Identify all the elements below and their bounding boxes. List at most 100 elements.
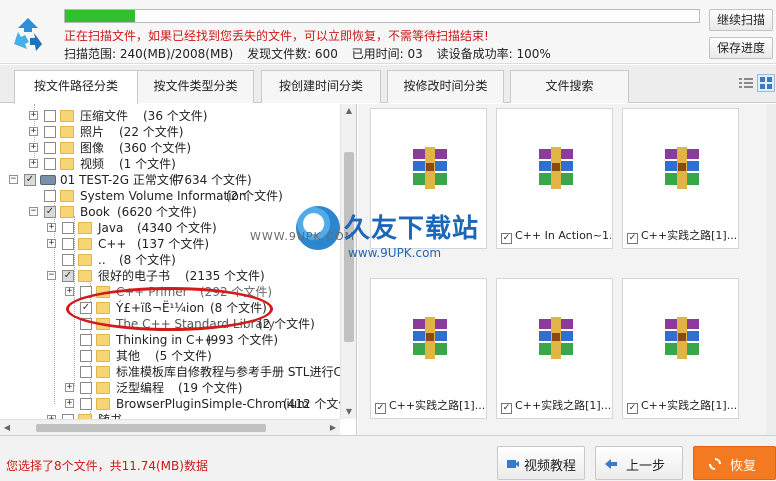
row-checkbox[interactable] bbox=[80, 334, 92, 346]
rar-archive-icon bbox=[665, 317, 699, 359]
tab-file-search[interactable]: 文件搜索 bbox=[510, 70, 629, 103]
scan-stats: 扫描范围: 240(MB)/2008(MB) 发现文件数: 600 已用时间: … bbox=[64, 45, 561, 62]
tree-label: 照片 bbox=[80, 125, 105, 139]
file-tile[interactable]: ✓ C++实践之路[1]... bbox=[496, 278, 613, 419]
scroll-up-icon[interactable]: ▲ bbox=[341, 104, 357, 118]
tree-row[interactable]: − ✓ 很好的电子书 (2135 个文件) bbox=[0, 268, 340, 284]
expand-icon[interactable]: + bbox=[29, 111, 38, 120]
row-checkbox[interactable] bbox=[80, 398, 92, 410]
expand-icon[interactable]: + bbox=[65, 383, 74, 392]
tile-checkbox[interactable]: ✓ bbox=[627, 403, 638, 414]
video-tutorial-button[interactable]: 视频教程 bbox=[497, 446, 585, 480]
previous-step-button[interactable]: 上一步 bbox=[595, 446, 683, 480]
folder-icon bbox=[96, 366, 110, 378]
tree-row[interactable]: + C++ (137 个文件) bbox=[0, 236, 340, 252]
tile-checkbox[interactable]: ✓ bbox=[501, 403, 512, 414]
tree-row[interactable]: − ✓ Book (6620 个文件) bbox=[0, 204, 340, 220]
tree-row[interactable]: + Java (4340 个文件) bbox=[0, 220, 340, 236]
row-checkbox[interactable] bbox=[62, 238, 74, 250]
file-tile[interactable]: ✓ C++实践之路[1]... bbox=[622, 278, 739, 419]
expand-icon[interactable]: + bbox=[29, 127, 38, 136]
tree-row[interactable]: + 图像 (360 个文件) bbox=[0, 140, 340, 156]
list-view-icon[interactable] bbox=[737, 74, 755, 92]
tree-row[interactable]: System Volume Information (2 个文件) bbox=[0, 188, 340, 204]
collapse-icon[interactable]: − bbox=[29, 207, 38, 216]
scroll-right-icon[interactable]: ▶ bbox=[326, 420, 340, 436]
grid-vertical-scrollbar[interactable] bbox=[766, 104, 776, 435]
tree-vertical-scrollbar[interactable]: ▲ ▼ bbox=[340, 104, 356, 419]
tab-by-path[interactable]: 按文件路径分类 bbox=[14, 70, 138, 104]
tile-checkbox[interactable]: ✓ bbox=[627, 233, 638, 244]
expand-icon[interactable]: + bbox=[47, 239, 56, 248]
rar-archive-icon bbox=[539, 317, 573, 359]
row-checkbox[interactable] bbox=[62, 222, 74, 234]
row-checkbox[interactable]: ✓ bbox=[62, 270, 74, 282]
collapse-icon[interactable]: − bbox=[47, 271, 56, 280]
tree-count: (360 个文件) bbox=[119, 141, 192, 155]
expand-icon[interactable]: + bbox=[29, 143, 38, 152]
row-checkbox[interactable] bbox=[80, 318, 92, 330]
tree-horizontal-scrollbar[interactable]: ◀ ▶ bbox=[0, 419, 340, 435]
file-tile[interactable]: ✓ C++实践之路[1]... bbox=[370, 278, 487, 419]
tree-label: Thinking in C++ bbox=[116, 333, 215, 347]
row-checkbox[interactable] bbox=[62, 254, 74, 266]
file-tile[interactable]: ✓ C++ In Action~1... bbox=[496, 108, 613, 249]
status-bar: 您选择了8个文件，共11.74(MB)数据 视频教程 上一步 恢复 bbox=[0, 435, 776, 481]
scan-range: 扫描范围: 240(MB)/2008(MB) bbox=[64, 47, 234, 61]
tree-label: Book bbox=[80, 205, 110, 219]
scroll-left-icon[interactable]: ◀ bbox=[0, 420, 14, 436]
tree-row[interactable]: 标准模板库自修教程与参考手册 STL进行C bbox=[0, 364, 342, 380]
row-checkbox[interactable] bbox=[80, 350, 92, 362]
expand-icon[interactable]: + bbox=[47, 223, 56, 232]
row-checkbox[interactable] bbox=[80, 286, 92, 298]
scroll-thumb[interactable] bbox=[344, 152, 354, 342]
tab-by-modified-time[interactable]: 按修改时间分类 bbox=[387, 70, 504, 103]
row-checkbox[interactable] bbox=[44, 110, 56, 122]
tree-row[interactable]: + 视频 (1 个文件) bbox=[0, 156, 340, 172]
tile-checkbox[interactable]: ✓ bbox=[375, 403, 386, 414]
tile-checkbox[interactable]: ✓ bbox=[501, 233, 512, 244]
row-checkbox[interactable] bbox=[44, 190, 56, 202]
file-tile[interactable] bbox=[370, 108, 487, 249]
folder-icon bbox=[60, 190, 74, 202]
row-checkbox[interactable] bbox=[80, 382, 92, 394]
tree-row[interactable]: Thinking in C++ (993 个文件) bbox=[0, 332, 340, 348]
row-checkbox[interactable] bbox=[44, 158, 56, 170]
tree-row[interactable]: + 照片 (22 个文件) bbox=[0, 124, 340, 140]
scroll-down-icon[interactable]: ▼ bbox=[341, 405, 357, 419]
file-tile[interactable]: ✓ C++实践之路[1]... bbox=[622, 108, 739, 249]
row-checkbox[interactable]: ✓ bbox=[80, 302, 92, 314]
row-checkbox[interactable] bbox=[44, 126, 56, 138]
row-checkbox[interactable] bbox=[80, 366, 92, 378]
folder-icon bbox=[78, 222, 92, 234]
row-checkbox[interactable]: ✓ bbox=[24, 174, 36, 186]
folder-icon bbox=[96, 350, 110, 362]
category-tabs: 按文件路径分类 按文件类型分类 按创建时间分类 按修改时间分类 文件搜索 bbox=[0, 65, 776, 104]
row-checkbox[interactable] bbox=[44, 142, 56, 154]
save-progress-button[interactable]: 保存进度 bbox=[709, 37, 773, 59]
expand-icon[interactable]: + bbox=[29, 159, 38, 168]
tab-by-type[interactable]: 按文件类型分类 bbox=[137, 70, 254, 103]
tree-row[interactable]: The C++ Standard Library (2 个文件) bbox=[0, 316, 340, 332]
expand-icon[interactable]: + bbox=[65, 399, 74, 408]
row-checkbox[interactable]: ✓ bbox=[44, 206, 56, 218]
tree-row[interactable]: − ✓ 01 TEST-2G 正常文件 (7634 个文件) bbox=[0, 172, 340, 188]
tab-by-created-time[interactable]: 按创建时间分类 bbox=[261, 70, 381, 103]
continue-scan-button[interactable]: 继续扫描 bbox=[709, 9, 773, 31]
scroll-thumb[interactable] bbox=[36, 424, 266, 432]
files-found: 发现文件数: 600 bbox=[247, 47, 338, 61]
recover-button[interactable]: 恢复 bbox=[693, 446, 776, 480]
file-caption: ✓ C++实践之路[1]... bbox=[375, 399, 485, 414]
recycle-icon bbox=[14, 18, 42, 51]
collapse-icon[interactable]: − bbox=[9, 175, 18, 184]
tree-row-selected[interactable]: ✓ Ý£+ïß¬Ë¹¼ion (8 个文件) bbox=[0, 300, 340, 316]
tree-row[interactable]: + BrowserPluginSimple-Chromium (412 个文件) bbox=[0, 396, 355, 412]
tree-row[interactable]: + 压缩文件 (36 个文件) bbox=[0, 108, 340, 124]
tree-row[interactable]: + 泛型编程 (19 个文件) bbox=[0, 380, 340, 396]
tree-row[interactable]: 其他 (5 个文件) bbox=[0, 348, 340, 364]
folder-icon bbox=[60, 142, 74, 154]
thumbnail-view-icon[interactable] bbox=[757, 74, 775, 92]
tree-row[interactable]: + C++ Primer (292 个文件) bbox=[0, 284, 340, 300]
expand-icon[interactable]: + bbox=[65, 287, 74, 296]
tree-row[interactable]: .. (8 个文件) bbox=[0, 252, 340, 268]
